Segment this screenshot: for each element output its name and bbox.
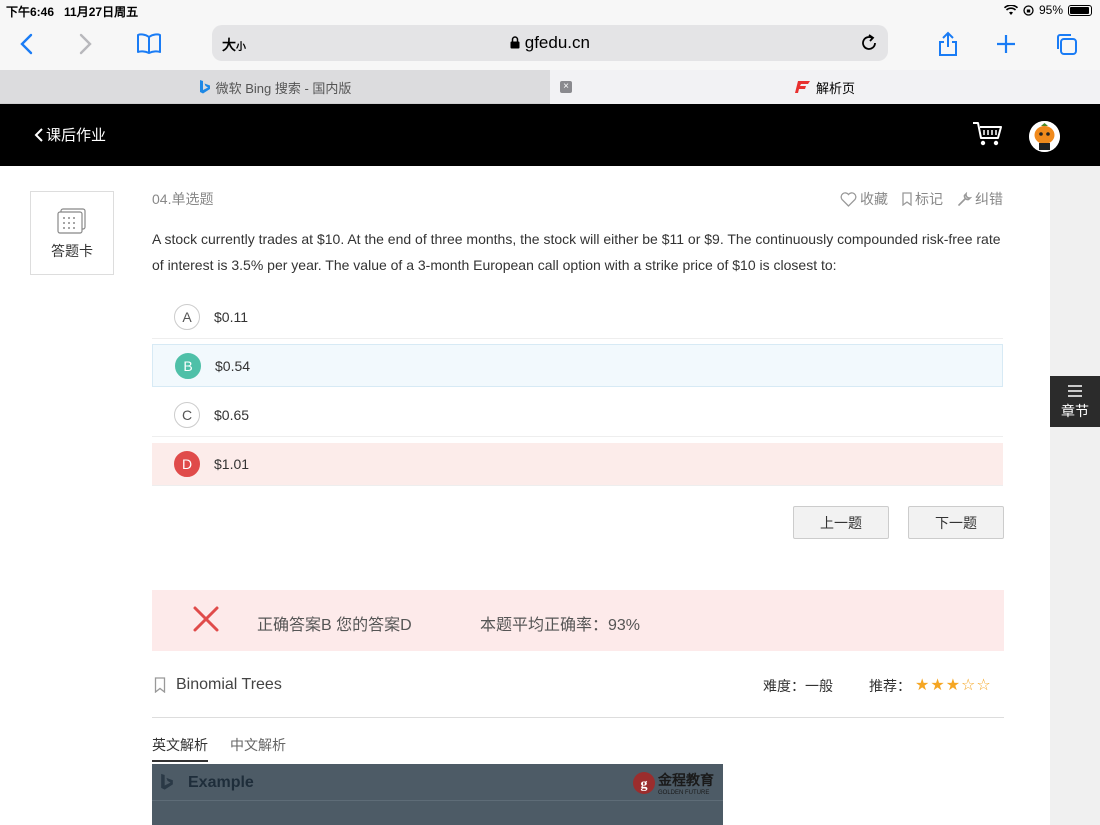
reload-icon[interactable] bbox=[858, 32, 880, 54]
tab-bing[interactable]: 微软 Bing 搜索 - 国内版 bbox=[0, 70, 550, 104]
chapter-button[interactable]: 章节 bbox=[1050, 376, 1100, 427]
tab-analysis[interactable]: × 解析页 bbox=[550, 70, 1100, 104]
difficulty-label: 难度：一般 bbox=[763, 678, 833, 694]
option-text: $0.11 bbox=[214, 309, 248, 325]
recommend-stars: ★★★☆☆ bbox=[915, 675, 992, 695]
tab-chinese-analysis[interactable]: 中文解析 bbox=[230, 735, 286, 760]
golden-future-logo: g 金程教育 GOLDEN FUTURE bbox=[632, 770, 714, 796]
option-letter: C bbox=[174, 402, 200, 428]
prev-question-button[interactable]: 上一题 bbox=[793, 506, 889, 539]
address-bar[interactable]: 大小 gfedu.cn bbox=[212, 25, 888, 61]
chevron-left-icon bbox=[34, 127, 43, 142]
close-tab-icon[interactable]: × bbox=[560, 81, 572, 93]
option-c[interactable]: C $0.65 bbox=[152, 394, 1003, 437]
question-number-type: 04.单选题 bbox=[152, 191, 214, 207]
example-divider bbox=[152, 800, 723, 801]
example-title: Example bbox=[188, 774, 254, 791]
option-letter: A bbox=[174, 304, 200, 330]
avatar[interactable] bbox=[1029, 121, 1060, 152]
option-a[interactable]: A $0.11 bbox=[152, 296, 1003, 339]
option-text: $0.54 bbox=[215, 357, 251, 374]
option-letter: D bbox=[174, 451, 200, 477]
menu-icon bbox=[1068, 385, 1082, 397]
right-sidebar-strip bbox=[1050, 166, 1100, 825]
orientation-lock-icon bbox=[1023, 4, 1034, 16]
star-filled-icon: ★ bbox=[930, 677, 946, 694]
average-correct-rate: 本题平均正确率：93% bbox=[480, 617, 641, 634]
topic-name[interactable]: Binomial Trees bbox=[176, 676, 282, 694]
answer-comparison: 正确答案B 您的答案D bbox=[257, 617, 412, 634]
topic-bookmark-icon bbox=[154, 677, 166, 693]
bing-icon bbox=[199, 80, 210, 94]
url-text: gfedu.cn bbox=[212, 33, 888, 53]
option-b[interactable]: B $0.54 bbox=[152, 344, 1003, 387]
app-header: 课后作业 bbox=[0, 104, 1100, 166]
tabs-overview-icon[interactable] bbox=[1048, 26, 1084, 62]
option-d[interactable]: D $1.01 bbox=[152, 443, 1003, 486]
analysis-example-image: Example g 金程教育 GOLDEN FUTURE bbox=[152, 764, 723, 825]
status-time: 下午6:46 11月27日周五 bbox=[6, 5, 139, 19]
star-filled-icon: ★ bbox=[945, 677, 962, 694]
topic-row: Binomial Trees 难度：一般 推荐： ★★★☆☆ bbox=[152, 666, 1004, 718]
question-tools: 收藏 标记 纠错 bbox=[840, 189, 1003, 209]
back-arrow-icon[interactable] bbox=[8, 26, 44, 62]
gfedu-icon bbox=[794, 81, 810, 93]
star-filled-icon: ★ bbox=[915, 677, 931, 694]
new-tab-icon[interactable] bbox=[988, 26, 1024, 62]
star-empty-icon: ☆ bbox=[961, 677, 977, 694]
lock-icon bbox=[510, 36, 520, 49]
wifi-icon bbox=[1003, 4, 1018, 15]
option-letter: B bbox=[175, 352, 201, 379]
bookmarks-icon[interactable] bbox=[131, 26, 167, 62]
mark-button[interactable]: 标记 bbox=[902, 189, 943, 209]
forward-arrow-icon[interactable] bbox=[68, 26, 104, 62]
cart-icon[interactable] bbox=[972, 120, 1004, 148]
option-text: $1.01 bbox=[214, 456, 250, 472]
star-empty-icon: ☆ bbox=[976, 677, 992, 694]
share-icon[interactable] bbox=[930, 26, 966, 62]
battery-percent: 95% bbox=[1038, 3, 1063, 17]
heart-icon bbox=[840, 191, 857, 207]
battery-icon bbox=[1068, 4, 1092, 16]
recommend-label: 推荐： bbox=[869, 678, 911, 694]
question-text: A stock currently trades at $10. At the … bbox=[152, 231, 1001, 273]
option-text: $0.65 bbox=[214, 407, 250, 423]
status-bar: 下午6:46 11月27日周五 95% bbox=[0, 0, 1100, 20]
answer-card-label: 答题卡 bbox=[51, 243, 93, 259]
svg-text:g: g bbox=[641, 777, 648, 792]
result-banner: 正确答案B 您的答案D 本题平均正确率：93% bbox=[152, 590, 1004, 651]
browser-toolbar: 大小 gfedu.cn bbox=[0, 20, 1100, 70]
bookmark-icon bbox=[902, 192, 912, 206]
chapter-label: 章节 bbox=[1061, 403, 1089, 419]
tab-english-analysis[interactable]: 英文解析 bbox=[152, 735, 208, 762]
answer-card-icon bbox=[57, 208, 86, 234]
bing-logo-icon bbox=[161, 773, 173, 790]
wrong-x-icon bbox=[193, 606, 219, 632]
golden-future-logo-icon: g bbox=[633, 772, 655, 794]
wrench-icon bbox=[958, 191, 972, 206]
next-question-button[interactable]: 下一题 bbox=[908, 506, 1004, 539]
favorite-button[interactable]: 收藏 bbox=[840, 189, 888, 209]
status-right: 95% bbox=[1003, 3, 1092, 17]
report-error-button[interactable]: 纠错 bbox=[957, 189, 1003, 209]
browser-tab-strip: 微软 Bing 搜索 - 国内版 × 解析页 bbox=[0, 70, 1100, 104]
answer-card-button[interactable]: 答题卡 bbox=[30, 191, 114, 275]
back-button[interactable]: 课后作业 bbox=[34, 124, 106, 145]
